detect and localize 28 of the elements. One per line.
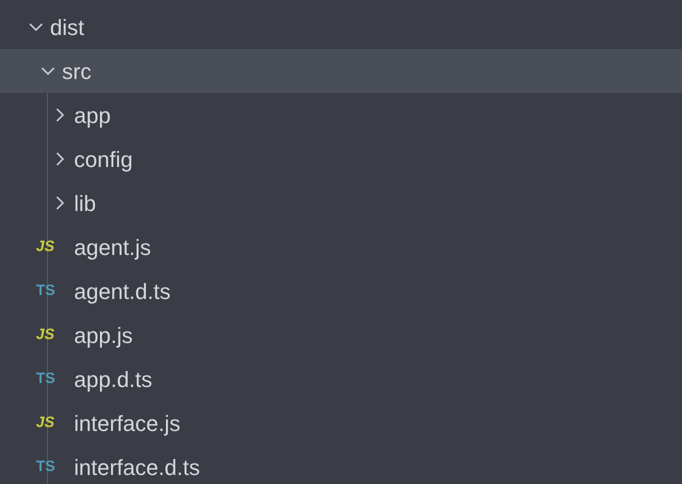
tree-row[interactable]: JS app.js [0, 313, 682, 357]
ts-file-icon: TS [36, 456, 62, 478]
tree-row[interactable]: TS interface.d.ts [0, 445, 682, 484]
tree-row[interactable]: app [0, 93, 682, 137]
tree-label: config [74, 146, 133, 174]
ts-file-icon: TS [36, 280, 62, 302]
tree-row[interactable]: TS agent.d.ts [0, 269, 682, 313]
js-file-icon: JS [36, 236, 62, 258]
tree-label: src [62, 58, 92, 86]
js-file-icon: JS [36, 324, 62, 346]
tree-row[interactable]: dist [0, 5, 682, 49]
tree-row[interactable]: config [0, 137, 682, 181]
tree-label: lib [74, 190, 96, 218]
tree-row[interactable]: JS interface.js [0, 401, 682, 445]
js-file-icon: JS [36, 412, 62, 434]
tree-label: app.d.ts [74, 366, 152, 394]
tree-label: app [74, 102, 111, 130]
ts-file-icon: TS [36, 368, 62, 390]
tree-label: interface.js [74, 410, 180, 438]
tree-row[interactable]: src [0, 49, 682, 93]
tree-label: agent.js [74, 234, 152, 262]
tree-label: app.js [74, 322, 133, 350]
tree-label: dist [50, 14, 84, 42]
tree-row[interactable]: TS app.d.ts [0, 357, 682, 401]
tree-label: interface.d.ts [74, 454, 200, 482]
tree-row[interactable]: lib [0, 181, 682, 225]
tree-label: agent.d.ts [74, 278, 171, 306]
tree-row[interactable]: JS agent.js [0, 225, 682, 269]
